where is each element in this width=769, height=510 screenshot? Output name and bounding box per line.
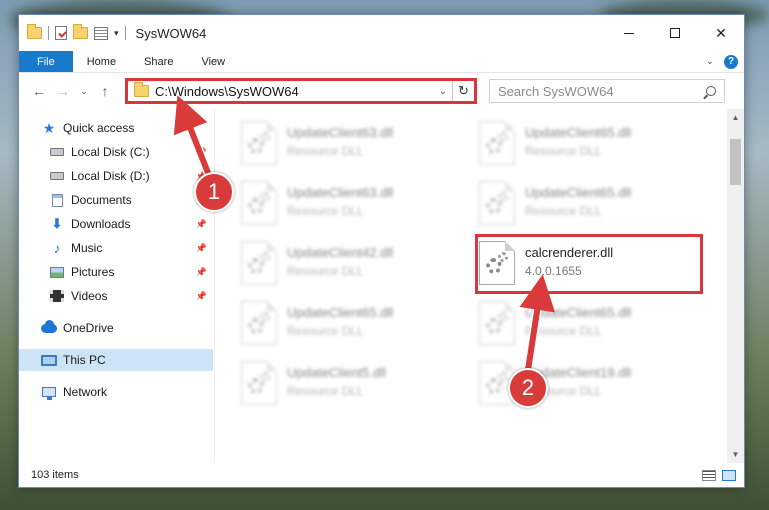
step-2-callout: 2: [508, 368, 548, 408]
arrow-1: [173, 95, 213, 180]
annotation-arrows: [173, 95, 556, 371]
step-1-callout: 1: [194, 172, 234, 212]
